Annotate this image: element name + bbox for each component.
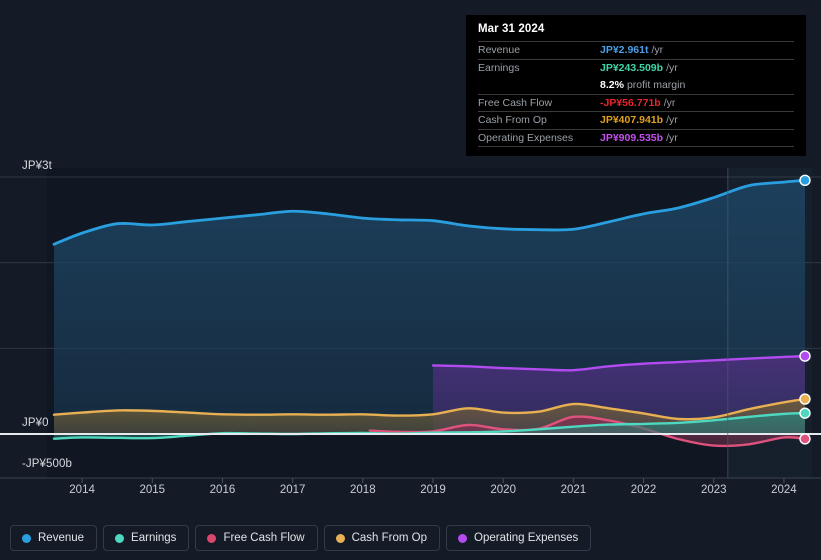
x-tick-label: 2019 (420, 484, 446, 496)
legend-color-dot (207, 533, 217, 543)
tooltip-row-value: 8.2% profit margin (600, 78, 686, 91)
y-tick-label: JP¥3t (22, 160, 52, 172)
legend-item-label: Free Cash Flow (223, 532, 305, 544)
x-tick-label: 2018 (350, 484, 376, 496)
x-tick-label: 2024 (771, 484, 797, 496)
tooltip-row-unit: /yr (666, 61, 678, 74)
tooltip-row-value: JP¥909.535b/yr (600, 131, 678, 144)
tooltip-row-value: JP¥407.941b/yr (600, 114, 678, 127)
tooltip-row: 8.2% profit margin (478, 76, 794, 94)
tooltip-row-key: Earnings (478, 61, 520, 74)
legend-color-dot (115, 533, 125, 543)
legend-item-cash-from-op[interactable]: Cash From Op (323, 525, 441, 551)
endpoint-marker-operating-expenses (799, 350, 811, 362)
tooltip-row-key: Free Cash Flow (478, 96, 553, 109)
tooltip-row: Cash From Op JP¥407.941b/yr (478, 111, 794, 129)
tooltip-row-unit: /yr (666, 131, 678, 144)
legend-color-dot (335, 533, 345, 543)
legend-item-label: Earnings (131, 532, 177, 544)
legend-item-operating-expenses[interactable]: Operating Expenses (446, 525, 592, 551)
tooltip-date: Mar 31 2024 (478, 23, 545, 35)
tooltip-row: Earnings JP¥243.509b/yr (478, 58, 794, 77)
tooltip-row-unit: /yr (663, 96, 676, 109)
tooltip-row-unit: /yr (666, 114, 678, 127)
endpoint-marker-earnings (799, 407, 811, 419)
tooltip-row: Revenue JP¥2.961t/yr (478, 41, 794, 59)
legend-item-label: Revenue (38, 532, 85, 544)
tooltip-row-unit: profit margin (626, 78, 686, 91)
legend-item-earnings[interactable]: Earnings (103, 525, 190, 551)
x-tick-label: 2022 (630, 484, 657, 496)
x-tick-label: 2017 (279, 484, 306, 496)
y-tick-label: -JP¥500b (22, 458, 73, 470)
x-tick-label: 2015 (139, 484, 166, 496)
chart-legend: Revenue Earnings Free Cash Flow Cash From O… (10, 525, 592, 551)
data-tooltip: Mar 31 2024 Revenue JP¥2.961t/yr Earnings J… (466, 15, 806, 156)
endpoint-marker-free-cash-flow (799, 433, 811, 445)
x-tick-label: 2023 (700, 484, 727, 496)
legend-color-dot (22, 533, 31, 543)
endpoint-marker-revenue (799, 174, 811, 187)
legend-item-revenue[interactable]: Revenue (10, 525, 98, 551)
tooltip-row: Free Cash Flow -JP¥56.771b/yr (478, 93, 794, 112)
tooltip-row-key: Cash From Op (478, 114, 547, 127)
x-tick-label: 2020 (490, 484, 516, 496)
tooltip-row-unit: /yr (651, 44, 664, 57)
tooltip-rows: Revenue JP¥2.961t/yr Earnings JP¥243.509b/y… (478, 41, 794, 146)
tooltip-row-key: Operating Expenses (478, 131, 574, 144)
legend-color-dot (458, 533, 468, 543)
x-tick-label: 2016 (209, 484, 236, 496)
tooltip-bottom-rule (478, 146, 794, 150)
tooltip-row-value: JP¥243.509b/yr (600, 61, 678, 74)
y-tick-label: JP¥0 (22, 417, 49, 429)
legend-item-free-cash-flow[interactable]: Free Cash Flow (195, 525, 318, 551)
tooltip-row-value: JP¥2.961t/yr (600, 44, 664, 57)
x-tick-label: 2014 (69, 484, 95, 496)
legend-item-label: Operating Expenses (474, 532, 579, 544)
tooltip-row: Operating Expenses JP¥909.535b/yr (478, 128, 794, 147)
tooltip-row-key: Revenue (478, 44, 521, 57)
endpoint-marker-cash-from-op (799, 393, 811, 405)
tooltip-row-value: -JP¥56.771b/yr (600, 96, 676, 109)
legend-item-label: Cash From Op (351, 532, 428, 544)
financial-chart: JP¥3t JP¥0 -JP¥500b 2014 2015 2016 2017 2018 20… (0, 0, 821, 560)
x-tick-label: 2021 (560, 484, 587, 496)
